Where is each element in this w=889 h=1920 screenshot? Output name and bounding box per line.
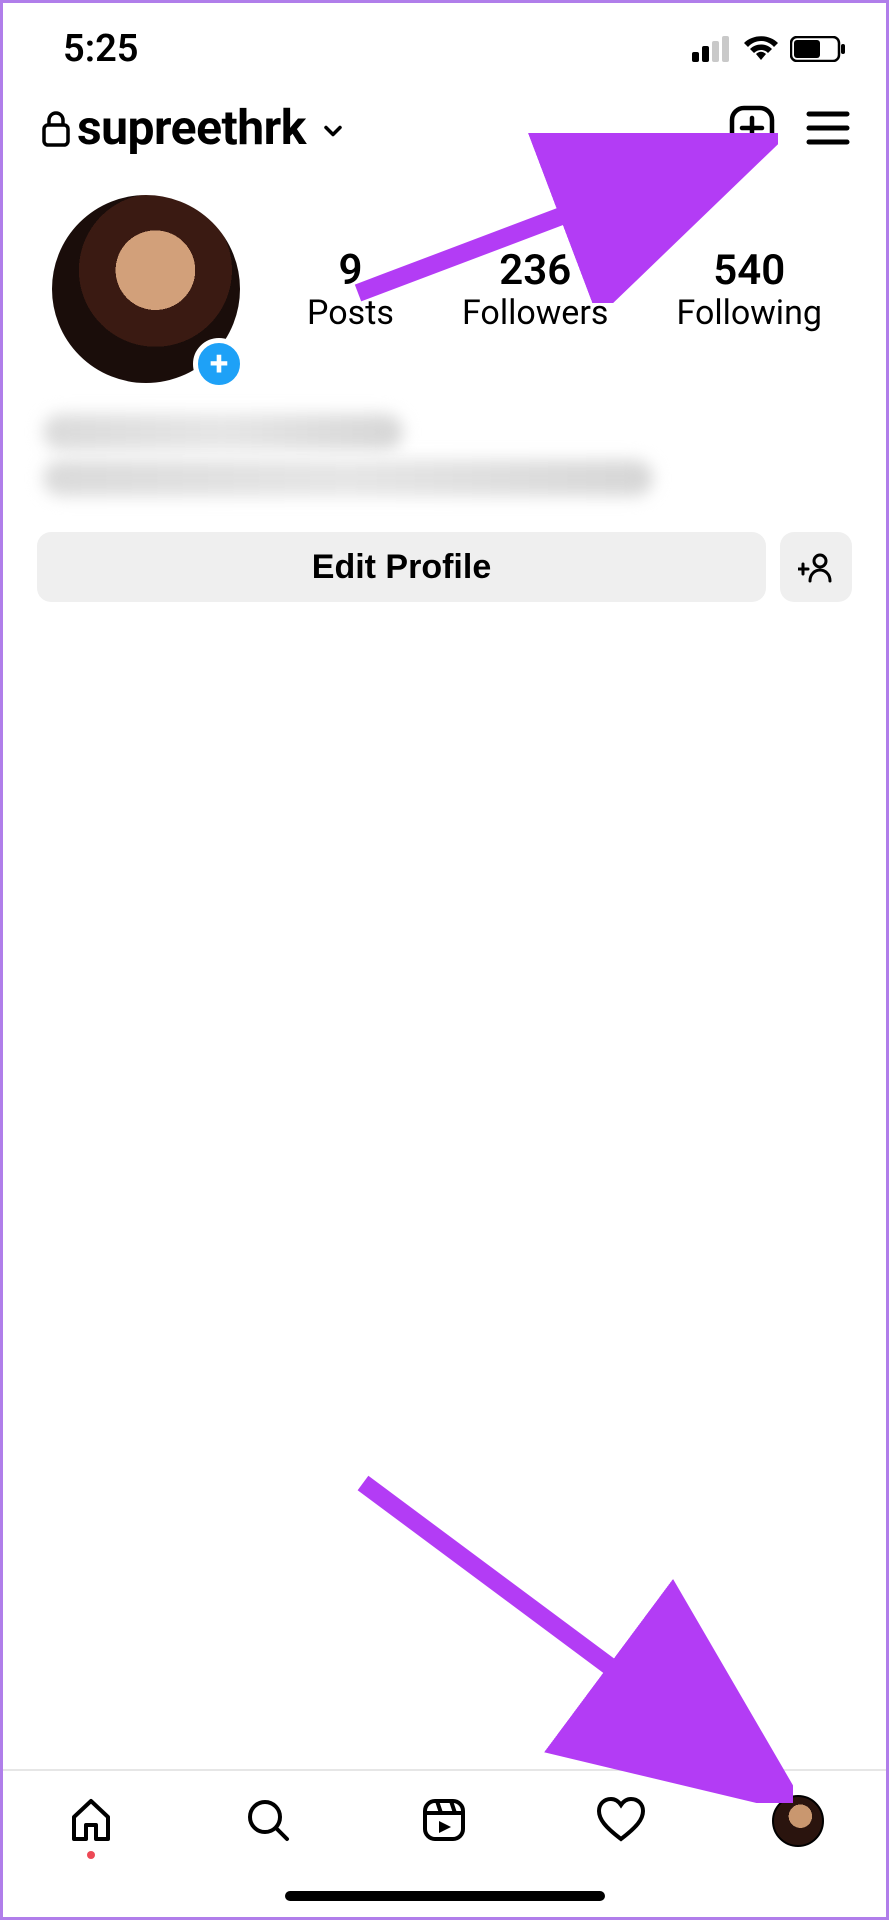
avatar-container[interactable]: + — [49, 192, 243, 386]
following-count: 540 — [677, 246, 822, 295]
add-person-icon — [798, 551, 834, 583]
username-switcher[interactable]: supreethrk — [77, 99, 347, 156]
status-icons — [692, 36, 846, 62]
cellular-icon — [692, 36, 732, 62]
nav-profile[interactable] — [770, 1795, 826, 1847]
edit-profile-label: Edit Profile — [312, 548, 491, 587]
stat-followers[interactable]: 236 Followers — [462, 246, 608, 333]
nav-reels[interactable] — [416, 1795, 472, 1845]
posts-count: 9 — [307, 246, 394, 295]
username-text: supreethrk — [77, 99, 306, 156]
stat-following[interactable]: 540 Following — [677, 246, 822, 333]
home-indicator[interactable] — [285, 1891, 605, 1901]
status-bar: 5:25 — [3, 3, 886, 81]
posts-label: Posts — [307, 293, 394, 333]
nav-activity[interactable] — [593, 1795, 649, 1845]
bio-line-redacted — [43, 460, 653, 496]
plus-icon: + — [210, 347, 229, 381]
annotation-arrow-bottom — [353, 1473, 793, 1803]
create-button[interactable] — [724, 100, 780, 156]
stat-posts[interactable]: 9 Posts — [307, 246, 394, 333]
edit-profile-button[interactable]: Edit Profile — [37, 532, 766, 602]
menu-button[interactable] — [800, 100, 856, 156]
add-story-button[interactable]: + — [193, 338, 245, 390]
plus-square-icon — [728, 104, 776, 152]
stats-row: 9 Posts 236 Followers 540 Following — [253, 246, 856, 333]
profile-header: supreethrk — [3, 81, 886, 166]
search-icon — [243, 1795, 293, 1845]
status-time: 5:25 — [63, 27, 138, 71]
discover-people-button[interactable] — [780, 532, 852, 602]
followers-count: 236 — [462, 246, 608, 295]
profile-avatar-icon — [772, 1795, 824, 1847]
bio-line-redacted — [43, 414, 403, 450]
chevron-down-icon — [319, 117, 347, 145]
profile-info-row: + 9 Posts 236 Followers 540 Following — [3, 166, 886, 396]
battery-icon — [790, 36, 846, 62]
profile-actions-row: Edit Profile — [3, 506, 886, 602]
followers-label: Followers — [462, 293, 608, 333]
nav-search[interactable] — [240, 1795, 296, 1845]
hamburger-icon — [805, 108, 851, 148]
bio-area — [3, 396, 886, 496]
home-icon — [66, 1795, 116, 1845]
nav-home[interactable] — [63, 1795, 119, 1859]
lock-icon — [41, 109, 71, 147]
heart-icon — [595, 1795, 647, 1845]
reels-icon — [419, 1795, 469, 1845]
wifi-icon — [742, 36, 780, 62]
notification-dot — [87, 1851, 95, 1859]
following-label: Following — [677, 293, 822, 333]
